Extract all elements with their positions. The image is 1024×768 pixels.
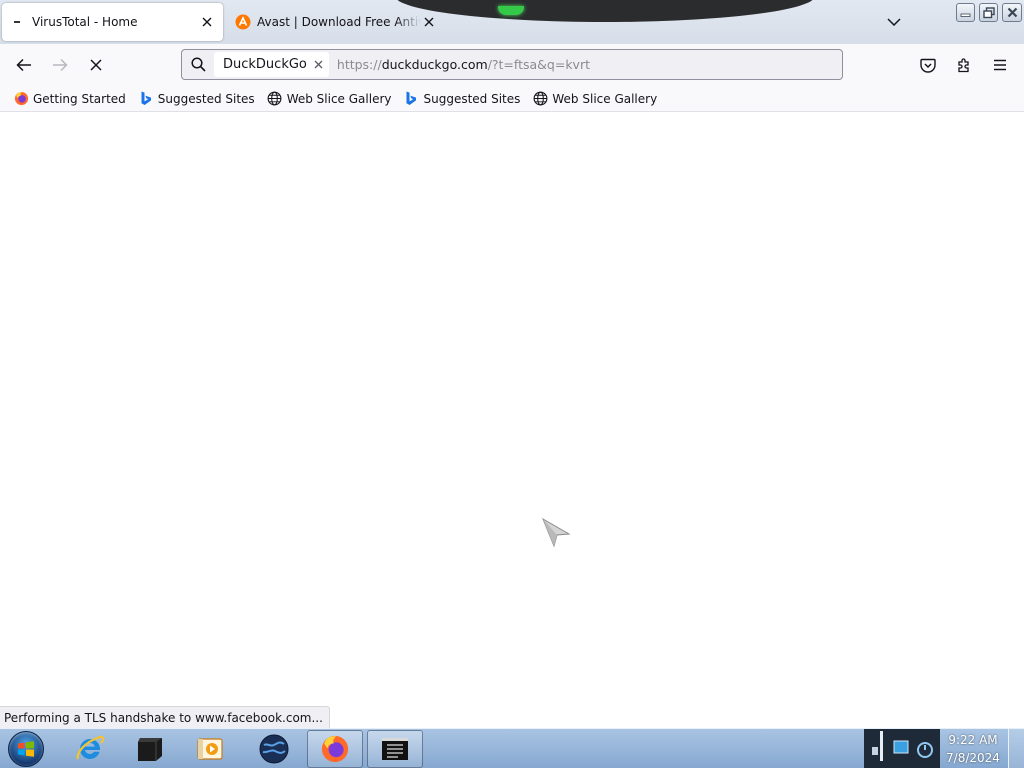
navigation-toolbar: DuckDuckGo https://duckduckgo.com/?t=fts… — [0, 44, 1024, 86]
notification-area[interactable] — [864, 729, 940, 768]
close-tab-icon[interactable] — [199, 14, 215, 30]
firefox-icon[interactable] — [307, 730, 363, 768]
stop-loading-button[interactable] — [82, 51, 110, 79]
browser-window: VirusTotal - Home Avast | Download Free … — [0, 0, 1024, 768]
bing-icon — [138, 91, 154, 107]
globe-icon — [532, 91, 548, 107]
bookmark-label: Suggested Sites — [157, 91, 255, 106]
address-bar[interactable]: DuckDuckGo https://duckduckgo.com/?t=fts… — [181, 49, 843, 80]
system-clock[interactable]: 9:22 AM 7/8/2024 — [940, 729, 1006, 768]
forward-button[interactable] — [46, 51, 74, 79]
tab-title: VirusTotal - Home — [32, 15, 138, 29]
internet-explorer-icon[interactable] — [62, 730, 118, 768]
close-window-icon[interactable] — [1002, 3, 1022, 22]
list-all-tabs-chevron-icon[interactable] — [884, 12, 904, 32]
globe-icon — [267, 91, 283, 107]
windows-logo-icon — [8, 731, 44, 767]
firefox-icon — [13, 91, 29, 107]
remove-search-engine-icon[interactable] — [314, 60, 323, 69]
bookmark-label: Web Slice Gallery — [286, 91, 392, 106]
url-scheme: https:// — [336, 57, 382, 72]
tab-avast[interactable]: Avast | Download Free Antivirus — [227, 3, 445, 41]
minimize-window-icon[interactable] — [956, 3, 975, 22]
start-button[interactable] — [4, 730, 48, 768]
bookmark-getting-started[interactable]: Getting Started — [9, 88, 130, 110]
restore-window-icon[interactable] — [979, 3, 998, 22]
clock-date: 7/8/2024 — [946, 751, 1000, 765]
bookmark-web-slice-gallery[interactable]: Web Slice Gallery — [263, 88, 396, 110]
status-panel: Performing a TLS handshake to www.facebo… — [0, 706, 330, 728]
tab-strip: VirusTotal - Home Avast | Download Free … — [0, 0, 1024, 44]
url-host: duckduckgo.com — [381, 57, 488, 72]
back-button[interactable] — [10, 51, 38, 79]
url-path: /?t=ftsa&q=kvrt — [487, 57, 590, 72]
mouse-pointer-icon — [541, 517, 571, 550]
clock-time: 9:22 AM — [948, 733, 998, 747]
globe-app-icon[interactable] — [246, 730, 302, 768]
tab-virustotal[interactable]: VirusTotal - Home — [2, 3, 223, 41]
bookmark-label: Getting Started — [33, 91, 126, 106]
avast-favicon-icon — [235, 14, 251, 30]
tray-icons — [872, 731, 933, 761]
cmd-window-icon[interactable] — [122, 730, 178, 768]
bing-icon — [403, 91, 419, 107]
page-content-area[interactable] — [0, 112, 1024, 728]
media-player-icon[interactable] — [182, 730, 238, 768]
search-engine-name: DuckDuckGo — [223, 57, 307, 72]
close-tab-icon[interactable] — [421, 14, 437, 30]
app-menu-hamburger-icon[interactable] — [986, 51, 1014, 79]
pocket-icon[interactable] — [914, 51, 942, 79]
bookmarks-toolbar: Getting Started Suggested Sites Web Slic… — [0, 86, 1024, 112]
tab-title: Avast | Download Free Antivirus — [257, 15, 421, 29]
bookmark-web-slice-gallery[interactable]: Web Slice Gallery — [528, 88, 661, 110]
virustotal-favicon-icon — [10, 14, 26, 30]
search-engine-chip[interactable]: DuckDuckGo — [214, 52, 329, 77]
bookmark-suggested-sites[interactable]: Suggested Sites — [134, 88, 259, 110]
show-desktop-button[interactable] — [1008, 729, 1024, 768]
extensions-icon[interactable] — [950, 51, 978, 79]
bookmark-label: Web Slice Gallery — [552, 91, 658, 106]
bookmark-label: Suggested Sites — [423, 91, 521, 106]
url-input[interactable]: https://duckduckgo.com/?t=ftsa&q=kvrt — [337, 57, 590, 72]
windows-taskbar: 9:22 AM 7/8/2024 — [0, 728, 1024, 768]
terminal-icon[interactable] — [367, 730, 423, 768]
search-icon — [182, 50, 214, 79]
desktop-wallpaper-sliver — [395, 0, 815, 22]
bookmark-suggested-sites[interactable]: Suggested Sites — [399, 88, 524, 110]
